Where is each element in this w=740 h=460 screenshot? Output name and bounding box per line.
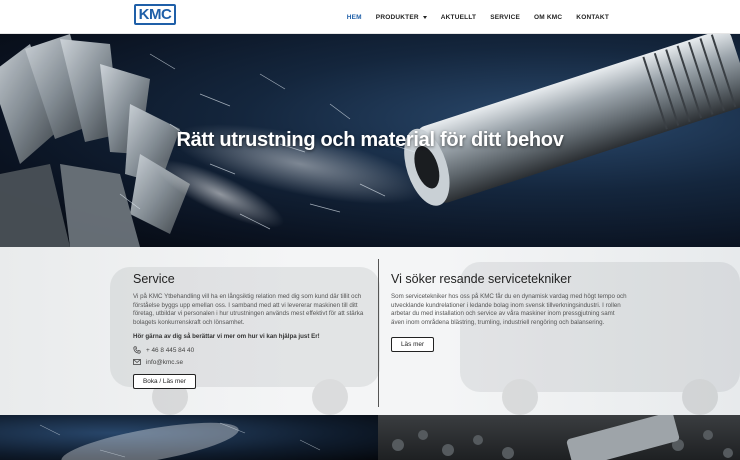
nav-label-service: SERVICE (490, 13, 521, 21)
kmc-logo[interactable]: KMC (134, 4, 176, 25)
site-header: KMC HEM PRODUKTER AKTUELLT SERVICE OM KM… (0, 0, 740, 34)
nav-item-om-kmc[interactable]: OM KMC (527, 14, 569, 21)
bottom-image-left (0, 415, 378, 460)
phone-number: + 46 8 445 84 40 (146, 346, 195, 354)
nozzle (404, 34, 740, 206)
book-read-more-button[interactable]: Boka / Läs mer (133, 374, 196, 390)
nav-label-hem: HEM (346, 13, 362, 21)
jobs-title: Vi söker resande servicetekniker (391, 272, 572, 286)
nav-item-hem[interactable]: HEM (340, 14, 369, 21)
granules-image (392, 412, 733, 460)
nav-label-aktuellt: AKTUELLT (440, 13, 477, 21)
hero-banner: Rätt utrustning och material för ditt be… (0, 34, 740, 247)
jobs-section: Vi söker resande servicetekniker Som ser… (391, 272, 627, 353)
service-body: Vi på KMC Ytbehandling vill ha en långsi… (133, 293, 364, 326)
logo-text: KMC (138, 6, 172, 23)
chevron-down-icon (422, 15, 427, 19)
envelope-icon (133, 358, 141, 366)
info-band (0, 247, 740, 415)
bottom-image-right (378, 412, 740, 460)
jobs-read-more-button[interactable]: Läs mer (391, 337, 435, 353)
nav-item-service[interactable]: SERVICE (483, 14, 527, 21)
service-cta-text: Hör gärna av dig så berättar vi mer om h… (133, 333, 320, 341)
nav-label-om-kmc: OM KMC (534, 13, 563, 21)
vans-background-image (110, 262, 740, 415)
spray-image (39, 422, 321, 460)
email-address: info@kmc.se (146, 358, 184, 366)
nav-item-kontakt[interactable]: KONTAKT (569, 14, 616, 21)
main-nav: HEM PRODUKTER AKTUELLT SERVICE OM KMC KO… (340, 0, 616, 34)
email-row[interactable]: info@kmc.se (133, 358, 365, 366)
jobs-body: Som servicetekniker hos oss på KMC får d… (391, 293, 627, 326)
service-title: Service (133, 272, 175, 286)
service-section: Service Vi på KMC Ytbehandling vill ha e… (133, 272, 365, 390)
nav-item-produkter[interactable]: PRODUKTER (369, 14, 434, 21)
column-divider (378, 259, 379, 407)
phone-row[interactable]: + 46 8 445 84 40 (133, 346, 365, 354)
nav-label-produkter: PRODUKTER (375, 13, 419, 21)
nav-item-aktuellt[interactable]: AKTUELLT (434, 14, 483, 21)
phone-icon (133, 346, 141, 354)
nav-label-kontakt: KONTAKT (576, 13, 609, 21)
hero-title: Rätt utrustning och material för ditt be… (176, 129, 564, 151)
